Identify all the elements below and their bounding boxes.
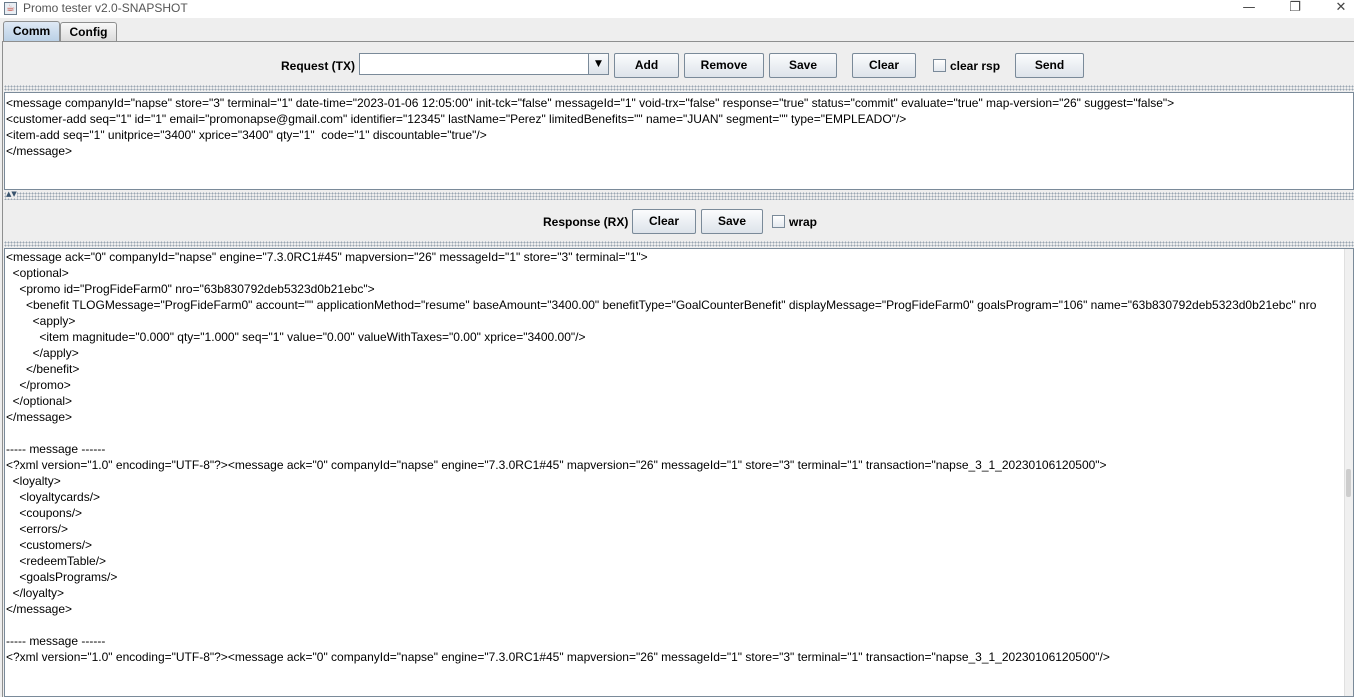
clear-rsp-label: clear rsp — [950, 59, 1001, 73]
request-label: Request (TX) — [281, 59, 356, 73]
split-expand-icon[interactable]: ▲▼ — [6, 190, 17, 198]
response-label: Response (RX) — [543, 215, 629, 229]
restore-icon[interactable]: ❐ — [1272, 0, 1318, 18]
split-divider-middle[interactable] — [4, 192, 1354, 200]
tab-strip: Comm Config — [0, 21, 1354, 42]
clear-request-button[interactable]: Clear — [852, 53, 916, 78]
wrap-checkbox[interactable] — [772, 215, 785, 228]
clear-rsp-checkbox[interactable] — [933, 59, 946, 72]
split-divider-bottom[interactable] — [4, 241, 1354, 247]
split-divider-top[interactable] — [4, 85, 1354, 91]
request-combo[interactable]: ▼ — [359, 53, 609, 75]
window-title: Promo tester v2.0-SNAPSHOT — [23, 1, 188, 15]
request-toolbar: Request (TX) ▼ Add Remove Save Clear cle… — [4, 48, 1354, 84]
add-button[interactable]: Add — [614, 53, 679, 78]
remove-button[interactable]: Remove — [684, 53, 764, 78]
response-toolbar: Response (RX) Clear Save wrap — [4, 204, 1354, 240]
save-response-button[interactable]: Save — [701, 209, 763, 234]
minimize-icon[interactable]: — — [1226, 0, 1272, 18]
close-icon[interactable]: ✕ — [1318, 0, 1354, 18]
response-scrollbar[interactable] — [1344, 249, 1353, 696]
wrap-label: wrap — [789, 215, 818, 229]
title-bar: ☕ Promo tester v2.0-SNAPSHOT — ❐ ✕ — [0, 0, 1354, 18]
tab-config[interactable]: Config — [60, 22, 117, 41]
save-request-button[interactable]: Save — [769, 53, 837, 78]
tab-comm[interactable]: Comm — [3, 21, 60, 42]
response-textarea[interactable]: <message ack="0" companyId="napse" engin… — [4, 248, 1354, 697]
response-text: <message ack="0" companyId="napse" engin… — [6, 250, 1317, 664]
clear-response-button[interactable]: Clear — [632, 209, 696, 234]
chevron-down-icon[interactable]: ▼ — [588, 54, 608, 74]
request-textarea[interactable]: <message companyId="napse" store="3" ter… — [4, 92, 1354, 190]
scrollbar-thumb[interactable] — [1346, 469, 1351, 497]
request-text: <message companyId="napse" store="3" ter… — [6, 96, 1175, 158]
java-app-icon: ☕ — [4, 2, 17, 15]
send-button[interactable]: Send — [1015, 53, 1084, 78]
